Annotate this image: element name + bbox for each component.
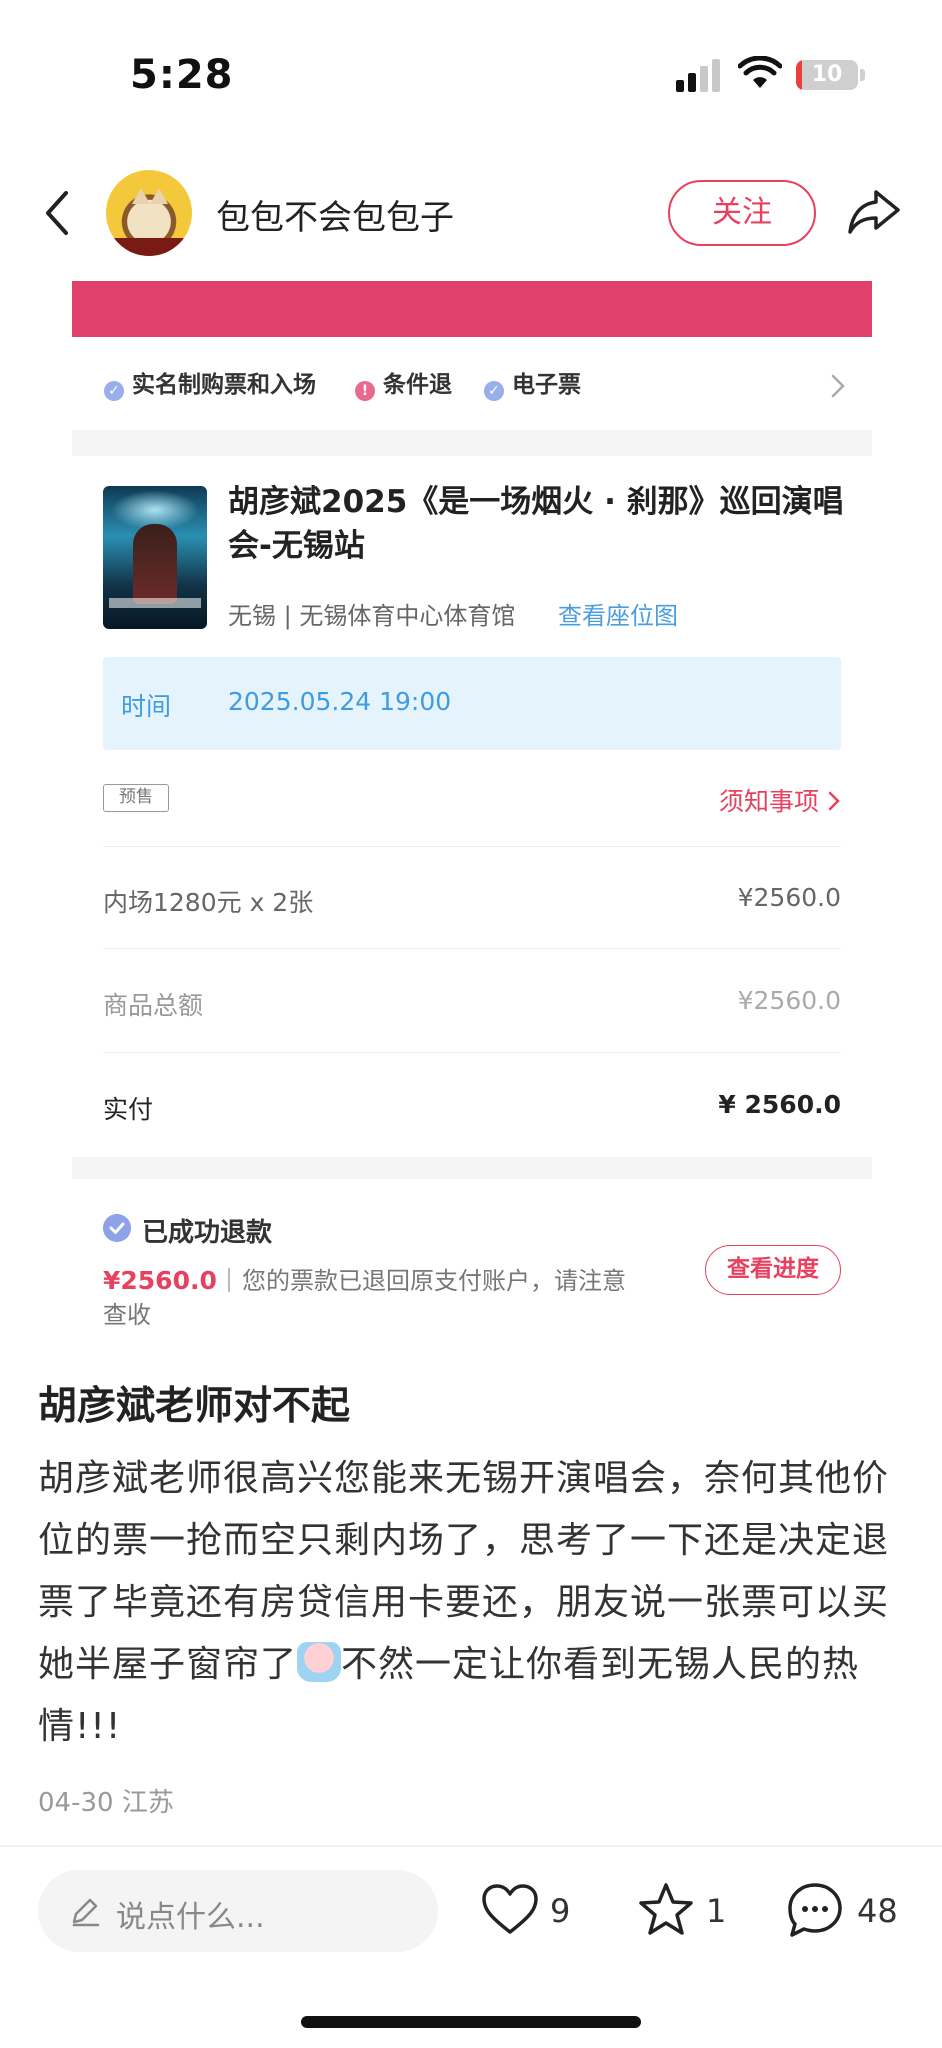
comment-bubble-icon (788, 1883, 842, 1937)
paid-value: ¥ 2560.0 (718, 1090, 841, 1119)
check-circle-icon: ✓ (484, 381, 504, 401)
venue: 无锡 | 无锡体育中心体育馆 (228, 602, 516, 630)
star-icon (639, 1883, 693, 1935)
divider (72, 430, 872, 456)
chevron-right-icon (831, 374, 845, 398)
follow-button[interactable]: 关注 (668, 180, 816, 246)
notice-link-label: 须知事项 (718, 787, 819, 816)
chevron-right-icon (828, 791, 840, 811)
exclamation-circle-icon: ! (355, 381, 375, 401)
refund-status: 已成功退款 (142, 1218, 273, 1248)
like-button[interactable]: 9 (480, 1880, 580, 1940)
favorite-count: 1 (706, 1892, 727, 1930)
status-bar: 5:28 10 (0, 0, 942, 110)
status-time: 5:28 (130, 52, 234, 98)
seatmap-link[interactable]: 查看座位图 (558, 596, 678, 631)
tag-e-ticket: ✓ 电子票 (484, 370, 581, 401)
refund-description: 您的票款已退回原支付账户，请注意 (242, 1267, 626, 1295)
event-poster[interactable] (103, 486, 207, 629)
divider (103, 948, 841, 949)
divider (0, 1845, 942, 1847)
refund-description-continued: 查收 (103, 1301, 151, 1329)
post-meta: 04-30 江苏 (38, 1788, 174, 1818)
time-value: 2025.05.24 19:00 (228, 687, 452, 716)
back-chevron-icon[interactable] (38, 185, 78, 241)
banner-bar (72, 281, 872, 337)
ticket-tags[interactable]: ✓ 实名制购票和入场 ! 条件退 ✓ 电子票 (72, 350, 872, 420)
battery-icon: 10 (796, 60, 858, 90)
crying-emoji-icon (297, 1642, 342, 1682)
battery-level: 10 (811, 62, 843, 87)
wifi-icon (738, 56, 782, 88)
event-title[interactable]: 胡彦斌2025《是一场烟火 · 刹那》巡回演唱会-无锡站 (228, 480, 848, 568)
author-name[interactable]: 包包不会包包子 (216, 190, 454, 239)
item-price: ¥2560.0 (737, 883, 841, 912)
notice-link[interactable]: 须知事项 (719, 782, 841, 818)
pencil-icon (72, 1898, 100, 1927)
comment-count: 48 (857, 1892, 898, 1930)
total-label: 商品总额 (103, 991, 204, 1020)
item-label: 内场1280元 x 2张 (103, 888, 314, 917)
comment-placeholder: 说点什么... (116, 1900, 265, 1935)
divider (103, 846, 841, 847)
tag-conditional-refund: ! 条件退 (355, 370, 452, 401)
comment-input[interactable]: 说点什么... (38, 1870, 438, 1952)
paid-label: 实付 (103, 1095, 154, 1124)
tag-real-name: ✓ 实名制购票和入场 (104, 370, 316, 401)
total-value: ¥2560.0 (737, 986, 841, 1015)
favorite-button[interactable]: 1 (636, 1880, 726, 1940)
time-box: 时间 2025.05.24 19:00 (103, 657, 841, 750)
view-progress-button[interactable]: 查看进度 (705, 1245, 841, 1295)
refund-amount: ¥2560.0 (103, 1266, 217, 1295)
post-title: 胡彦斌老师对不起 (38, 1384, 351, 1429)
divider (72, 1157, 872, 1179)
divider (228, 1268, 230, 1292)
time-label: 时间 (121, 692, 172, 721)
heart-icon (482, 1884, 538, 1934)
check-circle-icon (103, 1214, 131, 1242)
post-body: 胡彦斌老师很高兴您能来无锡开演唱会，奈何其他价位的票一抢而空只剩内场了，思考了一… (38, 1448, 906, 1758)
like-count: 9 (550, 1892, 571, 1930)
presale-badge: 预售 (103, 784, 169, 812)
comment-button[interactable]: 48 (785, 1880, 905, 1940)
avatar[interactable] (106, 170, 192, 256)
home-indicator[interactable] (301, 2016, 641, 2028)
divider (103, 1052, 841, 1053)
cellular-signal-icon (676, 58, 722, 92)
check-circle-icon: ✓ (104, 381, 124, 401)
share-icon[interactable] (846, 186, 902, 238)
